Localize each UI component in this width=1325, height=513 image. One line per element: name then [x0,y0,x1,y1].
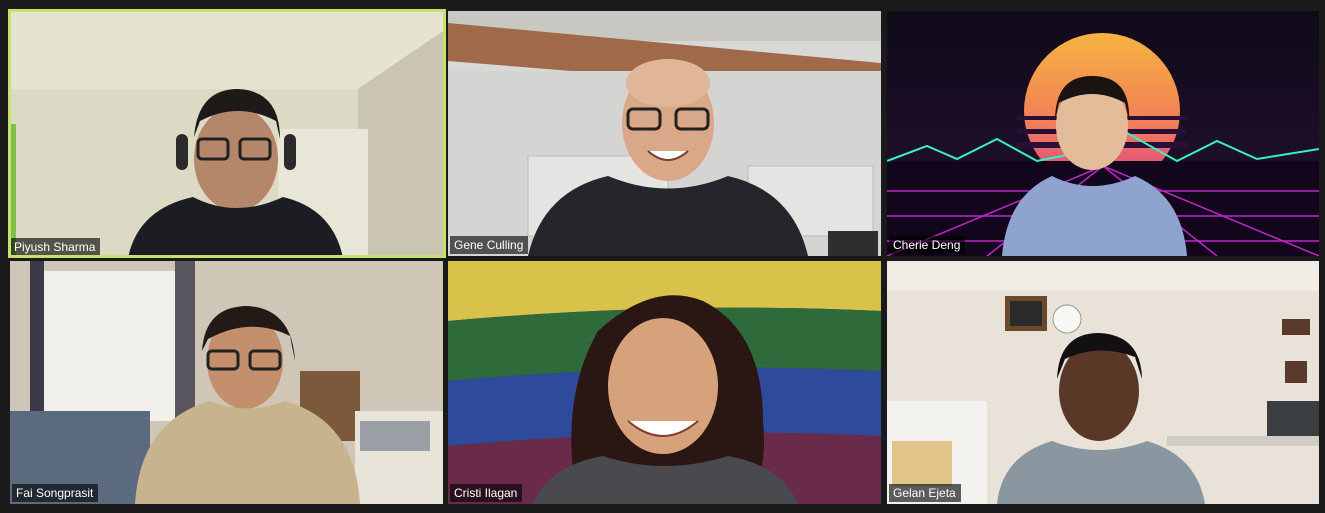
video-feed [10,261,443,504]
video-feed [448,11,881,256]
participant-name-label: Gelan Ejeta [889,484,961,502]
video-tile-gelan[interactable]: Gelan Ejeta [887,261,1319,504]
video-feed [887,11,1319,256]
participant-name-label: Gene Culling [450,236,529,254]
video-feed [887,261,1319,504]
video-tile-fai[interactable]: Fai Songprasit [10,261,443,504]
participant-name-label: Cristi Ilagan [450,484,523,502]
video-feed [448,261,881,504]
video-tile-cristi[interactable]: Cristi Ilagan [448,261,881,504]
participant-name-label: Piyush Sharma [10,238,101,256]
video-tile-piyush[interactable]: Piyush Sharma [8,9,446,258]
video-gallery: Piyush Sharma Gene Culling Cherie Deng F… [0,0,1325,513]
video-tile-cherie[interactable]: Cherie Deng [887,11,1319,256]
video-feed [8,9,446,258]
participant-name-label: Fai Songprasit [12,484,99,502]
participant-name-label: Cherie Deng [889,236,966,254]
video-tile-gene[interactable]: Gene Culling [448,11,881,256]
